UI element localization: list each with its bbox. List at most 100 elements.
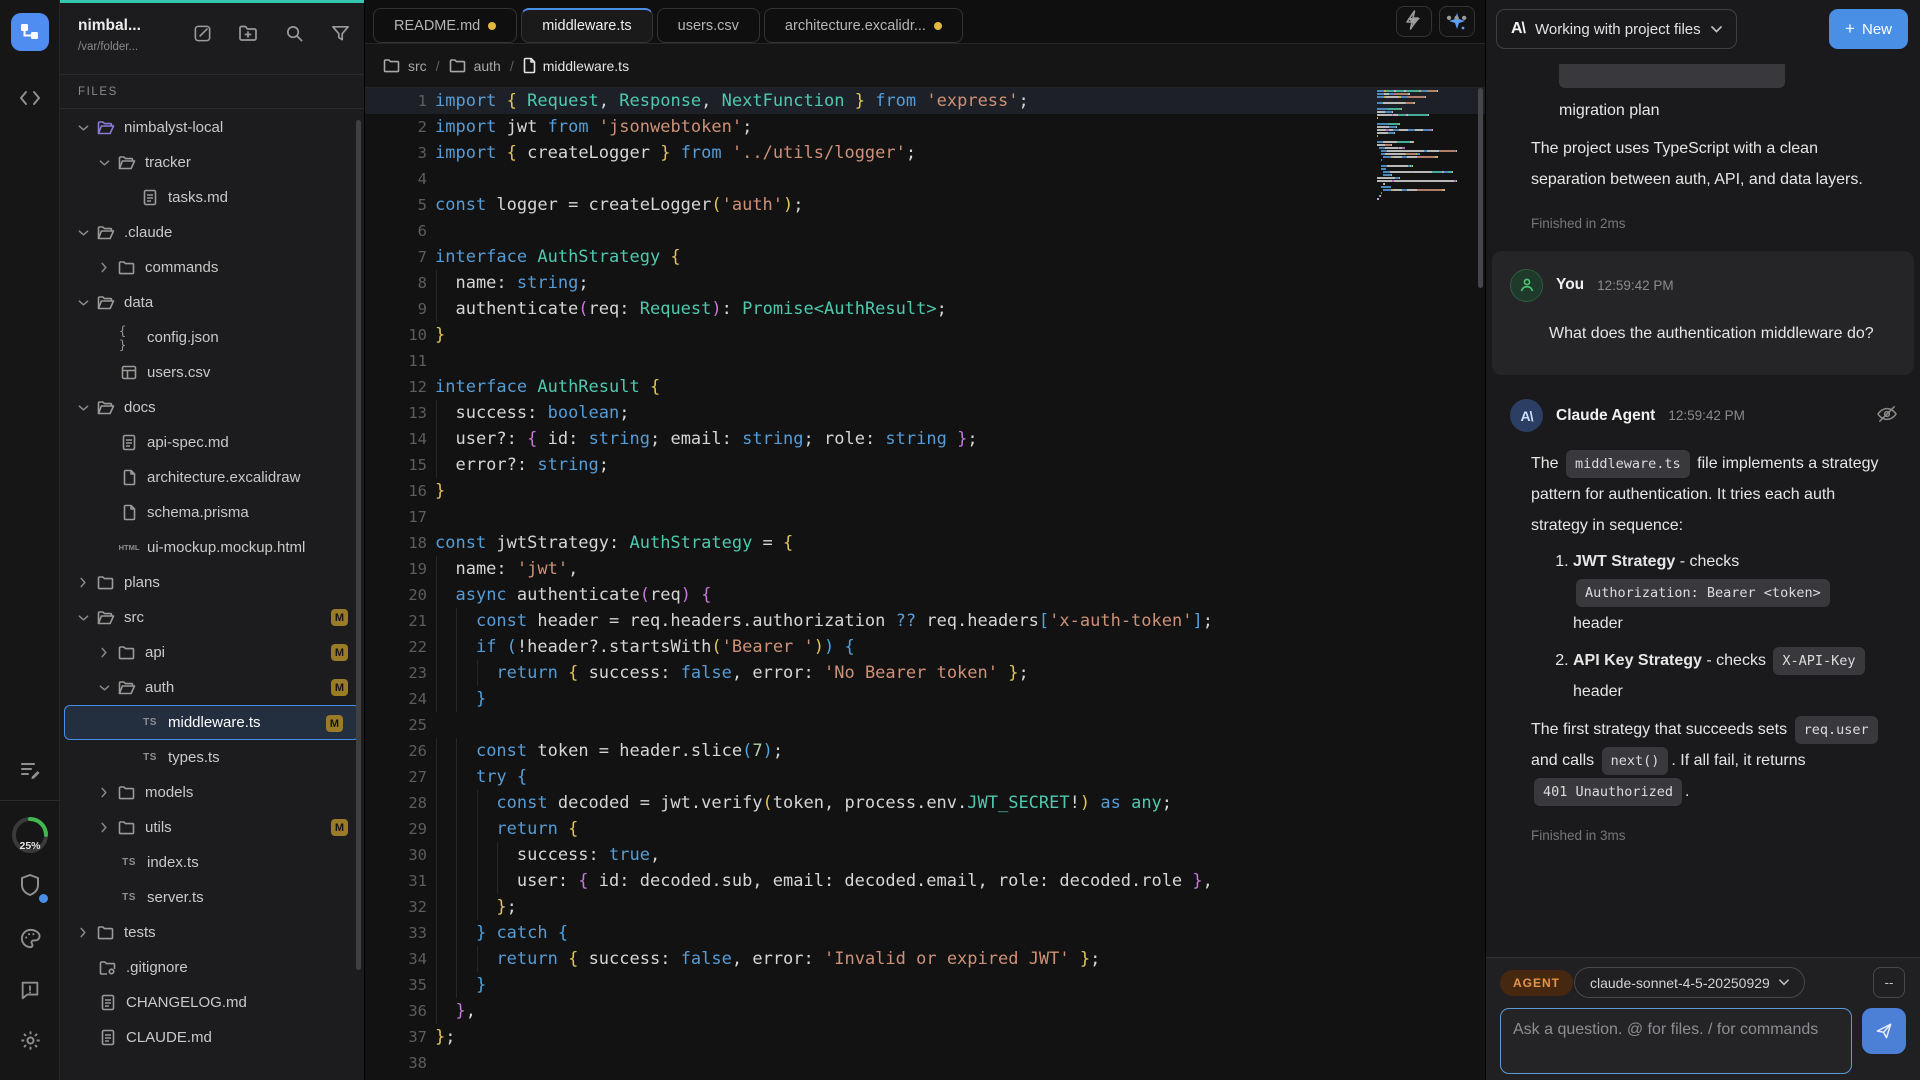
tree-folder-data[interactable]: data (60, 285, 364, 320)
code-line-22[interactable]: 22 if (!header?.startsWith('Bearer ')) { (365, 634, 1485, 660)
code-line-32[interactable]: 32 }; (365, 894, 1485, 920)
context-usage-ring[interactable]: 25% (0, 813, 60, 857)
code-line-5[interactable]: 5const logger = createLogger('auth'); (365, 192, 1485, 218)
code-line-35[interactable]: 35 } (365, 972, 1485, 998)
security-shield-icon[interactable] (0, 865, 60, 905)
chevron-down-icon[interactable] (76, 614, 90, 622)
sidebar-scrollbar[interactable] (356, 120, 361, 970)
hide-message-icon[interactable] (1876, 405, 1898, 423)
tree-folder-nimbalyst-local[interactable]: nimbalyst-local (60, 110, 364, 145)
code-line-11[interactable]: 11 (365, 348, 1485, 374)
code-line-10[interactable]: 10} (365, 322, 1485, 348)
chevron-down-icon[interactable] (97, 684, 111, 692)
app-logo[interactable] (11, 13, 49, 51)
code-line-31[interactable]: 31 user: { id: decoded.sub, email: decod… (365, 868, 1485, 894)
code-line-28[interactable]: 28 const decoded = jwt.verify(token, pro… (365, 790, 1485, 816)
chevron-right-icon[interactable] (97, 647, 111, 658)
tree-folder-tests[interactable]: tests (60, 915, 364, 950)
code-line-20[interactable]: 20 async authenticate(req) { (365, 582, 1485, 608)
code-line-16[interactable]: 16} (365, 478, 1485, 504)
code-line-8[interactable]: 8 name: string; (365, 270, 1485, 296)
code-line-1[interactable]: 1import { Request, Response, NextFunctio… (365, 88, 1485, 114)
tree-file-schema.prisma[interactable]: schema.prisma (60, 495, 364, 530)
tree-file-CHANGELOG.md[interactable]: CHANGELOG.md (60, 985, 364, 1020)
feedback-icon[interactable] (0, 970, 60, 1010)
code-line-2[interactable]: 2import jwt from 'jsonwebtoken'; (365, 114, 1485, 140)
code-line-6[interactable]: 6 (365, 218, 1485, 244)
tree-file-CLAUDE.md[interactable]: CLAUDE.md (60, 1020, 364, 1055)
tree-file-middleware.ts[interactable]: TSmiddleware.tsM (64, 705, 360, 740)
code-line-34[interactable]: 34 return { success: false, error: 'Inva… (365, 946, 1485, 972)
code-line-14[interactable]: 14 user?: { id: string; email: string; r… (365, 426, 1485, 452)
code-line-30[interactable]: 30 success: true, (365, 842, 1485, 868)
code-line-26[interactable]: 26 const token = header.slice(7); (365, 738, 1485, 764)
editor-scrollbar[interactable] (1478, 88, 1483, 288)
code-line-15[interactable]: 15 error?: string; (365, 452, 1485, 478)
tree-folder-.claude[interactable]: .claude (60, 215, 364, 250)
code-line-37[interactable]: 37}; (365, 1024, 1485, 1050)
filter-icon[interactable] (330, 23, 350, 43)
code-line-4[interactable]: 4 (365, 166, 1485, 192)
code-line-12[interactable]: 12interface AuthResult { (365, 374, 1485, 400)
chevron-down-icon[interactable] (97, 159, 111, 167)
tree-folder-src[interactable]: srcM (60, 600, 364, 635)
code-area[interactable]: 1import { Request, Response, NextFunctio… (365, 88, 1485, 1080)
search-icon[interactable] (284, 23, 304, 43)
chevron-down-icon[interactable] (76, 404, 90, 412)
theme-palette-icon[interactable] (0, 918, 60, 958)
chevron-down-icon[interactable] (76, 124, 90, 132)
code-line-24[interactable]: 24 } (365, 686, 1485, 712)
chevron-right-icon[interactable] (97, 262, 111, 273)
tree-folder-api[interactable]: apiM (60, 635, 364, 670)
code-line-9[interactable]: 9 authenticate(req: Request): Promise<Au… (365, 296, 1485, 322)
tree-folder-utils[interactable]: utilsM (60, 810, 364, 845)
new-conversation-button[interactable]: + New (1829, 9, 1908, 49)
model-selector[interactable]: claude-sonnet-4-5-20250929 (1574, 967, 1805, 998)
tree-file-server.ts[interactable]: TSserver.ts (60, 880, 364, 915)
settings-gear-icon[interactable] (0, 1020, 60, 1060)
code-line-33[interactable]: 33 } catch { (365, 920, 1485, 946)
tree-file-index.ts[interactable]: TSindex.ts (60, 845, 364, 880)
tree-folder-plans[interactable]: plans (60, 565, 364, 600)
tab-architecture.excalidr...[interactable]: architecture.excalidr... (764, 8, 963, 43)
tree-folder-auth[interactable]: authM (60, 670, 364, 705)
chevron-right-icon[interactable] (97, 822, 111, 833)
tree-file-types.ts[interactable]: TStypes.ts (60, 740, 364, 775)
edits-log-icon[interactable] (0, 750, 60, 790)
chevron-down-icon[interactable] (76, 229, 90, 237)
code-line-29[interactable]: 29 return { (365, 816, 1485, 842)
tree-file-tasks.md[interactable]: tasks.md (60, 180, 364, 215)
code-line-19[interactable]: 19 name: 'jwt', (365, 556, 1485, 582)
chat-input[interactable] (1500, 1008, 1852, 1074)
chevron-down-icon[interactable] (76, 299, 90, 307)
chevron-right-icon[interactable] (76, 577, 90, 588)
tree-file-architecture.excalidraw[interactable]: architecture.excalidraw (60, 460, 364, 495)
minimap[interactable] (1377, 90, 1469, 204)
tree-folder-models[interactable]: models (60, 775, 364, 810)
code-panel-icon[interactable] (0, 78, 60, 118)
tree-file-.gitignore[interactable]: .gitignore (60, 950, 364, 985)
code-line-21[interactable]: 21 const header = req.headers.authorizat… (365, 608, 1485, 634)
code-line-27[interactable]: 27 try { (365, 764, 1485, 790)
code-line-18[interactable]: 18const jwtStrategy: AuthStrategy = { (365, 530, 1485, 556)
chevron-right-icon[interactable] (76, 927, 90, 938)
code-line-36[interactable]: 36 }, (365, 998, 1485, 1024)
tree-folder-docs[interactable]: docs (60, 390, 364, 425)
more-actions-icon[interactable]: ••• (1446, 10, 1469, 30)
tree-folder-commands[interactable]: commands (60, 250, 364, 285)
code-line-38[interactable]: 38 (365, 1050, 1485, 1076)
tab-users.csv[interactable]: users.csv (657, 8, 760, 43)
new-folder-icon[interactable] (238, 23, 258, 43)
code-line-13[interactable]: 13 success: boolean; (365, 400, 1485, 426)
code-line-25[interactable]: 25 (365, 712, 1485, 738)
breadcrumb-src[interactable]: src (383, 58, 427, 74)
tree-file-users.csv[interactable]: users.csv (60, 355, 364, 390)
tree-file-config.json[interactable]: { }config.json (60, 320, 364, 355)
composer-more-button[interactable]: -- (1873, 967, 1905, 998)
breadcrumb-auth[interactable]: auth (449, 58, 501, 74)
message-list[interactable]: migration plan The project uses TypeScri… (1486, 60, 1920, 957)
new-file-icon[interactable] (192, 23, 212, 43)
code-line-7[interactable]: 7interface AuthStrategy { (365, 244, 1485, 270)
breadcrumb-middleware.ts[interactable]: middleware.ts (523, 57, 629, 74)
tab-middleware.ts[interactable]: middleware.ts (521, 8, 652, 43)
